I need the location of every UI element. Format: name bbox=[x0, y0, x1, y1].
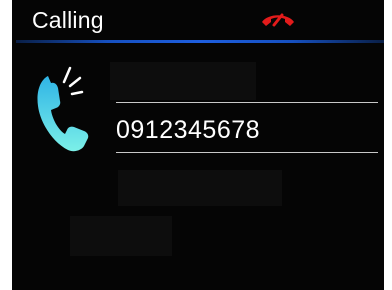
calling-screen: Calling 0912345678 bbox=[12, 0, 384, 290]
header-divider bbox=[16, 40, 384, 43]
separator-line bbox=[116, 102, 378, 103]
call-timer-field bbox=[70, 216, 172, 256]
separator-line bbox=[116, 152, 378, 153]
contact-name-field bbox=[110, 62, 256, 100]
screen-title: Calling bbox=[32, 7, 104, 33]
call-status-field bbox=[118, 170, 282, 206]
phone-ringing-icon bbox=[37, 66, 89, 152]
phone-number: 0912345678 bbox=[116, 116, 261, 144]
hang-up-icon[interactable] bbox=[260, 11, 296, 29]
